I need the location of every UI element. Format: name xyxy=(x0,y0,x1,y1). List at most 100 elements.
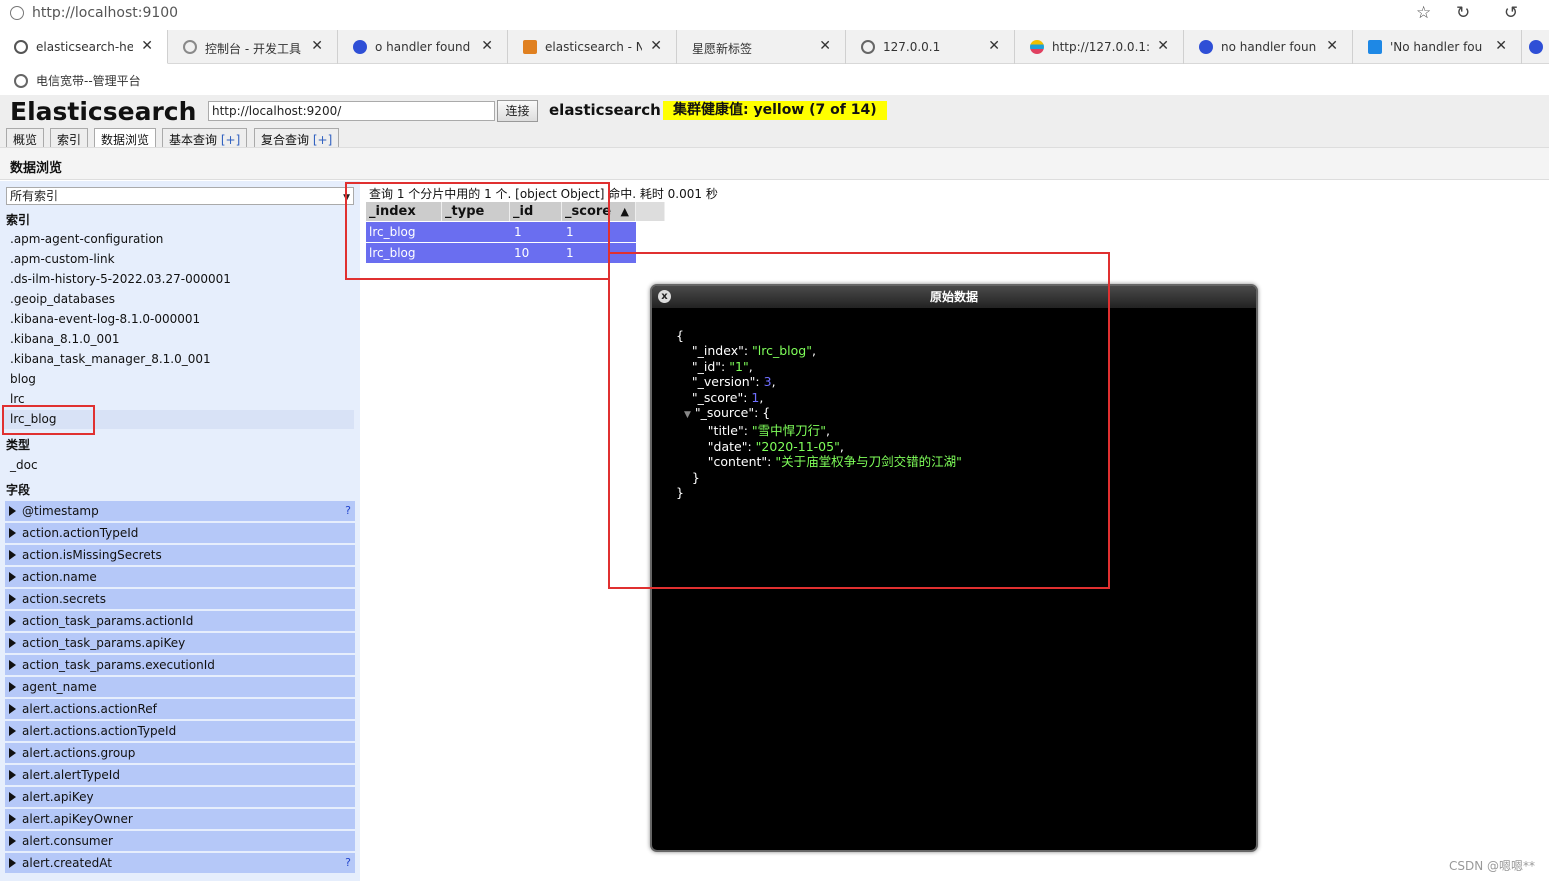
table-row[interactable]: lrc_blog 1 1 xyxy=(366,222,636,242)
field-label: alert.createdAt xyxy=(22,856,112,870)
sidebar-index-item[interactable]: .ds-ilm-history-5-2022.03.27-000001 xyxy=(3,270,354,289)
browser-tab[interactable]: 127.0.0.1 ✕ xyxy=(847,30,1015,64)
sidebar-index-item[interactable]: blog xyxy=(3,370,354,389)
index-select[interactable]: 所有索引 ▼ xyxy=(6,187,354,205)
sidebar-index-item[interactable]: .geoip_databases xyxy=(3,290,354,309)
sidebar-index-item[interactable]: .kibana-event-log-8.1.0-000001 xyxy=(3,310,354,329)
cluster-url-input[interactable] xyxy=(208,101,495,121)
cell-index: lrc_blog xyxy=(369,246,416,260)
expand-triangle-icon xyxy=(9,550,16,560)
sidebar-index-item[interactable]: .apm-custom-link xyxy=(3,250,354,269)
column-header-score[interactable]: _score ▲ xyxy=(562,202,636,221)
stackoverflow-icon xyxy=(523,40,537,54)
field-label: alert.alertTypeId xyxy=(22,768,120,782)
field-item[interactable]: alert.actions.actionTypeId xyxy=(5,721,355,741)
close-icon[interactable]: ✕ xyxy=(481,38,493,54)
field-item[interactable]: alert.actions.actionRef xyxy=(5,699,355,719)
field-label: alert.consumer xyxy=(22,834,113,848)
json-value-date: 2020-11-05 xyxy=(761,438,835,454)
undo-icon[interactable]: ↺ xyxy=(1504,3,1518,23)
tab-data-browser[interactable]: 数据浏览 xyxy=(94,128,157,149)
address-url[interactable]: http://localhost:9100 xyxy=(32,5,178,21)
sidebar-index-item[interactable]: lrc xyxy=(3,390,354,409)
field-item[interactable]: agent_name xyxy=(5,677,355,697)
field-item[interactable]: alert.apiKeyOwner xyxy=(5,809,355,829)
field-label: action.isMissingSecrets xyxy=(22,548,162,562)
tab-overview[interactable]: 概览 xyxy=(6,128,45,148)
field-label: action.name xyxy=(22,570,97,584)
close-icon[interactable]: ✕ xyxy=(650,38,662,54)
help-icon[interactable]: ? xyxy=(345,853,351,873)
field-item[interactable]: alert.alertTypeId xyxy=(5,765,355,785)
browser-tab[interactable]: http://127.0.0.1: ✕ xyxy=(1016,30,1184,64)
baidu-icon xyxy=(353,40,367,54)
close-icon[interactable]: ✕ xyxy=(1326,38,1338,54)
close-icon[interactable]: ✕ xyxy=(141,38,153,54)
types-heading: 类型 xyxy=(6,438,31,452)
expand-triangle-icon xyxy=(9,836,16,846)
bookmark-item[interactable]: 电信宽带--管理平台 xyxy=(14,72,141,89)
browser-tab[interactable]: o handler found ✕ xyxy=(339,30,508,64)
sidebar-index-item[interactable]: .kibana_8.1.0_001 xyxy=(3,330,354,349)
browser-tab[interactable]: 星愿新标签 ✕ xyxy=(678,30,846,64)
field-label: alert.apiKeyOwner xyxy=(22,812,133,826)
page-icon xyxy=(1368,40,1382,54)
browser-tab[interactable]: 控制台 - 开发工具 ✕ xyxy=(169,30,338,64)
baidu-icon xyxy=(1529,40,1543,54)
type-item[interactable]: _doc xyxy=(3,456,354,475)
tab-indices[interactable]: 索引 xyxy=(50,128,89,148)
field-item[interactable]: alert.apiKey xyxy=(5,787,355,807)
browser-tab[interactable]: elasticsearch-he ✕ xyxy=(0,30,168,64)
cluster-health-badge: 集群健康值: yellow (7 of 14) xyxy=(663,101,887,120)
sidebar-index-item[interactable]: .apm-agent-configuration xyxy=(3,230,354,249)
column-header-index[interactable]: _index xyxy=(366,202,442,221)
expand-triangle-icon xyxy=(9,528,16,538)
help-icon[interactable]: ? xyxy=(345,501,351,521)
dialog-header: x 原始数据 xyxy=(652,286,1256,308)
browser-tab[interactable]: elasticsearch - N ✕ xyxy=(509,30,677,64)
close-icon[interactable]: x xyxy=(658,290,671,303)
tab-label: elasticsearch - N xyxy=(545,40,642,54)
tab-compound-query[interactable]: 复合查询 [+] xyxy=(254,128,340,148)
json-value-index: lrc_blog xyxy=(757,343,807,359)
close-icon[interactable]: ✕ xyxy=(819,38,831,54)
globe-icon xyxy=(861,40,875,54)
column-header-id[interactable]: _id xyxy=(510,202,562,221)
column-header-type[interactable]: _type xyxy=(442,202,510,221)
sidebar-index-item[interactable]: lrc_blog xyxy=(3,410,354,429)
field-label: action.actionTypeId xyxy=(22,526,139,540)
field-item[interactable]: @timestamp? xyxy=(5,501,355,521)
field-item[interactable]: alert.consumer xyxy=(5,831,355,851)
app-header: Elasticsearch 连接 elasticsearch 集群健康值: ye… xyxy=(0,95,1549,149)
json-value-version: 3 xyxy=(763,374,772,390)
collapse-toggle-icon[interactable]: ▼ xyxy=(684,410,691,420)
table-row[interactable]: lrc_blog 10 1 xyxy=(366,243,636,263)
close-icon[interactable]: ✕ xyxy=(1157,38,1169,54)
connect-button[interactable]: 连接 xyxy=(497,100,538,122)
reload-icon[interactable]: ↻ xyxy=(1456,3,1470,23)
browser-tab[interactable]: 'No handler fou ✕ xyxy=(1354,30,1522,64)
browser-tab[interactable]: no handler foun ✕ xyxy=(1185,30,1353,64)
cell-id: 1 xyxy=(514,225,522,239)
field-item[interactable]: action_task_params.executionId xyxy=(5,655,355,675)
field-item[interactable]: alert.createdAt? xyxy=(5,853,355,873)
field-item[interactable]: action.isMissingSecrets xyxy=(5,545,355,565)
close-icon[interactable]: ✕ xyxy=(1495,38,1507,54)
field-item[interactable]: action.name xyxy=(5,567,355,587)
tab-basic-query[interactable]: 基本查询 [+] xyxy=(162,128,248,148)
tab-label: 数据浏览 xyxy=(101,133,150,147)
star-icon[interactable]: ☆ xyxy=(1416,3,1431,23)
browser-tab[interactable] xyxy=(1523,30,1549,64)
field-item[interactable]: action.actionTypeId xyxy=(5,523,355,543)
field-item[interactable]: action_task_params.apiKey xyxy=(5,633,355,653)
expand-triangle-icon xyxy=(9,506,16,516)
field-item[interactable]: alert.actions.group xyxy=(5,743,355,763)
close-icon[interactable]: ✕ xyxy=(311,38,323,54)
field-item[interactable]: action_task_params.actionId xyxy=(5,611,355,631)
sidebar-index-item[interactable]: .kibana_task_manager_8.1.0_001 xyxy=(3,350,354,369)
field-item[interactable]: action.secrets xyxy=(5,589,355,609)
json-value-content: 关于庙堂权争与刀剑交错的江湖 xyxy=(781,454,957,470)
tab-label: 复合查询 xyxy=(261,133,313,147)
close-icon[interactable]: ✕ xyxy=(988,38,1000,54)
dialog-title: 原始数据 xyxy=(929,290,978,304)
